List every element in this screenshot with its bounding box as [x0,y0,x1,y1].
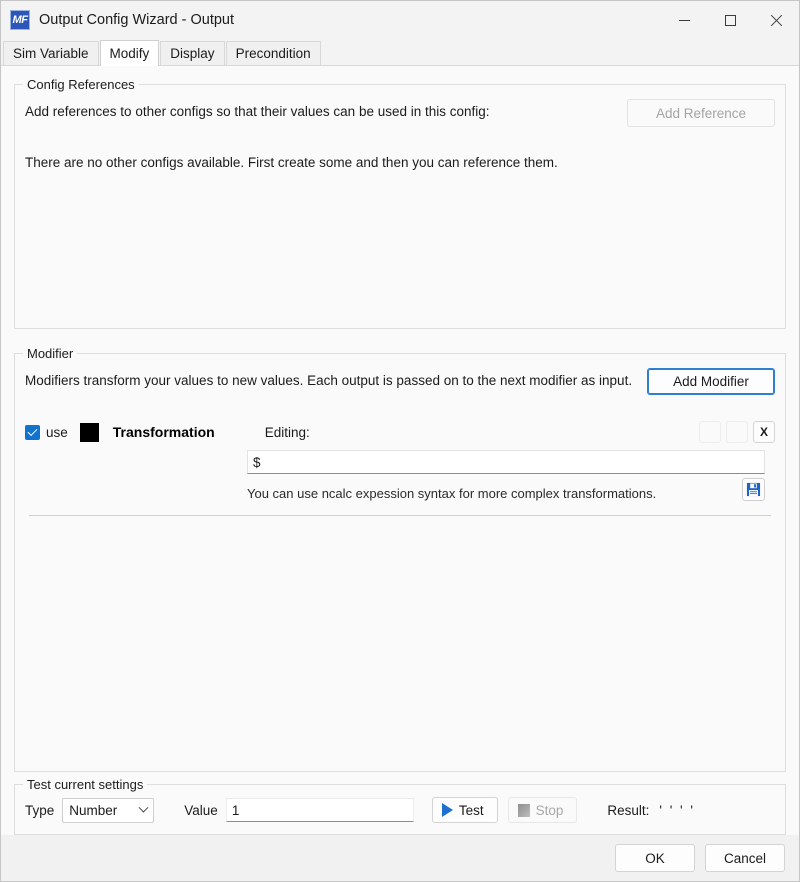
modifier-name: Transformation [112,424,215,440]
output-config-wizard-window: MF Output Config Wizard - Output Sim Var… [0,0,800,882]
modifier-use-label: use [46,424,68,440]
title-bar: MF Output Config Wizard - Output [1,1,799,39]
dialog-footer: OK Cancel [1,835,799,881]
maximize-button[interactable] [707,1,753,39]
tab-modify[interactable]: Modify [99,40,160,66]
result-label: Result: [607,802,650,818]
result-value: ' ' ' ' [659,802,695,818]
cancel-button[interactable]: Cancel [705,844,785,872]
test-settings-title: Test current settings [23,777,148,792]
tab-display[interactable]: Display [160,41,225,65]
stop-icon [517,803,530,817]
add-modifier-button[interactable]: Add Modifier [647,368,775,395]
modify-tab-panel: Config References Add references to othe… [1,65,799,881]
modifier-title: Modifier [23,346,78,361]
mf-app-icon: MF [10,10,30,30]
modifier-color-swatch[interactable] [79,422,99,442]
modifier-actions: X [699,421,775,443]
delete-modifier-button[interactable]: X [753,421,775,443]
maximize-icon [724,14,736,26]
type-label: Type [25,802,55,818]
app-icon-text: MF [12,13,28,26]
config-references-group: Config References Add references to othe… [14,77,786,329]
modifier-group: Modifier Modifiers transform your values… [14,346,786,772]
close-button[interactable] [753,1,799,39]
test-settings-group: Test current settings Type Number Value … [14,777,786,835]
config-references-empty-message: There are no other configs available. Fi… [25,155,558,170]
tab-sim-variable[interactable]: Sim Variable [3,41,99,65]
type-select[interactable]: Number [62,797,155,823]
move-down-button[interactable] [726,421,748,443]
tab-precondition[interactable]: Precondition [225,41,321,65]
test-button[interactable]: Test [431,797,498,823]
modifier-expression-input[interactable] [247,450,765,474]
close-icon [770,14,783,27]
modifier-separator [29,515,771,516]
test-button-label: Test [458,802,484,818]
modifier-description: Modifiers transform your values to new v… [25,373,633,389]
window-controls [661,1,799,39]
minimize-button[interactable] [661,1,707,39]
editing-label: Editing: [264,424,310,440]
modifier-hint-text: You can use ncalc expession syntax for m… [247,486,657,501]
type-select-value: Number [69,802,118,818]
play-icon [441,803,453,817]
save-modifier-button[interactable] [742,478,765,501]
save-floppy-icon [746,482,761,497]
add-reference-button[interactable]: Add Reference [627,99,775,127]
minimize-icon [678,19,690,21]
chevron-down-icon [138,802,149,813]
modifier-entry: use Transformation Editing: X $ You can … [25,421,775,516]
window-title: Output Config Wizard - Output [39,12,235,28]
value-label: Value [184,802,218,818]
config-references-title: Config References [23,77,139,92]
tab-bar: Sim Variable Modify Display Precondition [1,39,799,66]
stop-button[interactable]: Stop [507,797,578,823]
stop-button-label: Stop [535,802,564,818]
move-up-button[interactable] [699,421,721,443]
config-references-description: Add references to other configs so that … [25,104,490,119]
ok-button[interactable]: OK [615,844,695,872]
value-input[interactable] [225,798,414,822]
modifier-use-checkbox[interactable] [25,424,40,440]
